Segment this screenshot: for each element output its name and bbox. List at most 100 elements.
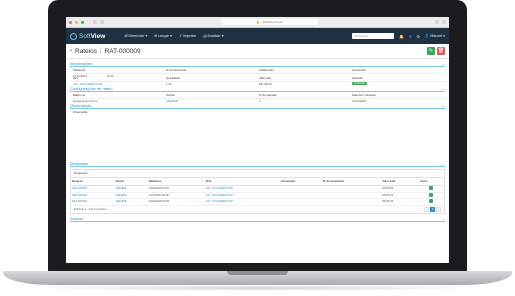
item-link[interactable]: 123 - ROLAMENTO DP: [204, 198, 281, 206]
column-header[interactable]: Nº de documento: [321, 177, 382, 186]
field-value: 1,00: [166, 82, 172, 87]
title-separator: |: [100, 48, 102, 54]
forward-browser-button[interactable]: [100, 20, 104, 24]
column-header[interactable]: Despesa: [71, 177, 115, 186]
menu-label: Gerenciar: [128, 34, 145, 38]
chevron-down-icon: ⌄: [441, 61, 445, 66]
column-header[interactable]: Valor total: [381, 177, 419, 186]
menu-analisar[interactable]: ▤ Analisar ▾: [203, 34, 223, 38]
section-title: Informações: [70, 61, 93, 66]
expenses-table: Despesa Veículo Data/Hora Item Fornecedo…: [71, 177, 444, 206]
zoom-window-button[interactable]: [81, 20, 84, 24]
record-code: RAT-000009: [104, 47, 141, 55]
field-label: Nº do documento: [166, 69, 259, 74]
records-count: Exibindo 1 - 3 de 3 registros: [74, 207, 107, 211]
browser-toolbar: 🔒 softview.com.br: [66, 17, 449, 28]
app-navbar: Soft View ⊞ Gerenciar ▾ ⊕ Lançar ▾ ⇪ Importar …: [66, 28, 449, 44]
logo-icon: [70, 32, 77, 40]
view-action-button[interactable]: [429, 186, 434, 191]
field-label: Situação: [352, 77, 445, 82]
user-icon: 👤: [424, 34, 430, 38]
field-label: Data/Hora: [73, 69, 166, 74]
close-window-button[interactable]: [69, 20, 72, 24]
section-title: Observação: [70, 103, 92, 108]
minimize-window-button[interactable]: [75, 20, 78, 24]
brand-name-b: View: [90, 32, 106, 40]
section-anexos[interactable]: Anexos ⌄: [70, 216, 445, 222]
expense-link[interactable]: DES-000203: [71, 198, 115, 206]
bell-icon[interactable]: 🔔: [399, 34, 404, 39]
pencil-icon: ✎: [428, 48, 434, 54]
config-grid: Rateio por: Despesa recorrente Veículo AZE…: [70, 92, 445, 104]
next-page-button[interactable]: ›: [436, 206, 441, 212]
view-action-button[interactable]: [429, 199, 434, 204]
menu-label: Lançar: [157, 34, 169, 38]
menu-lancar[interactable]: ⊕ Lançar ▾: [154, 34, 172, 38]
vehicle-link[interactable]: AZE3E08: [114, 198, 148, 206]
address-bar[interactable]: 🔒 softview.com.br: [221, 19, 318, 25]
column-header[interactable]: Fornecedor: [280, 177, 322, 186]
brand-name-a: Soft: [79, 32, 91, 40]
field-value: R$ 105,00: [259, 82, 272, 87]
table-footer: Exibindo 1 - 3 de 3 registros ‹ 1 ›: [71, 206, 444, 213]
edit-button[interactable]: ✎: [427, 47, 435, 55]
field-value: 10/10/2020: [352, 99, 366, 104]
back-arrow-icon[interactable]: ‹: [70, 48, 72, 54]
delete-button[interactable]: 🗑: [437, 47, 445, 55]
expenses-table-panel: Despesas Despesa Veículo Data/Hora Item …: [70, 168, 445, 214]
user-menu[interactable]: 👤 Manoel ▾: [425, 34, 445, 38]
trash-icon: 🗑: [437, 48, 445, 54]
field-label: Quantidade: [166, 77, 259, 82]
field-label: Nº de parcelas: [259, 94, 352, 99]
field-label: Fornecedor: [352, 69, 445, 74]
menu-label: Analisar: [207, 34, 221, 38]
page-header: ‹ Rateios | RAT-000009 ✎ 🗑: [66, 44, 449, 59]
table-cell: 10/12/2020 00:00: [147, 198, 205, 206]
chevron-down-icon: ▾: [169, 34, 172, 38]
chevron-down-icon: ⌄: [441, 86, 445, 91]
laptop-screen: 🔒 softview.com.br Soft View ⊞ Gerenciar ▾ ⊕ L…: [66, 17, 449, 263]
chevron-down-icon: ⌄: [441, 215, 445, 221]
menu-gerenciar[interactable]: ⊞ Gerenciar ▾: [124, 34, 147, 38]
share-icon[interactable]: [435, 20, 439, 24]
menu-label: Importar: [182, 34, 197, 38]
field-label: Data da 1ª despesa: [352, 94, 445, 99]
gear-icon[interactable]: ⚙: [416, 34, 420, 39]
address-text: softview.com.br: [262, 20, 283, 24]
chevron-down-icon: ▾: [221, 34, 224, 38]
user-name: Manoel: [430, 34, 443, 38]
upload-icon: ⇪: [178, 34, 182, 38]
page-button[interactable]: 1: [430, 206, 435, 212]
plus-icon: ⊕: [153, 34, 157, 38]
new-tab-icon[interactable]: [442, 20, 446, 24]
back-browser-button[interactable]: [93, 20, 97, 24]
section-title: Despesas: [70, 160, 88, 166]
section-despesas[interactable]: Despesas ⌄: [70, 161, 445, 167]
column-header[interactable]: Veículo: [114, 177, 148, 186]
column-header[interactable]: Data/Hora: [147, 177, 205, 186]
status-badge: Finalizado: [352, 82, 367, 86]
field-label: Colaborador: [259, 69, 352, 74]
field-label: Valor total: [259, 77, 352, 82]
view-action-button[interactable]: [429, 192, 434, 197]
brand-logo[interactable]: Soft View: [70, 32, 106, 40]
column-header: Ações: [418, 177, 444, 186]
chart-icon: ▤: [203, 34, 207, 38]
field-label: Veículo: [166, 94, 259, 99]
main-menu: ⊞ Gerenciar ▾ ⊕ Lançar ▾ ⇪ Importar ▤ Analisar…: [124, 34, 223, 38]
table-caption: Despesas: [71, 170, 444, 178]
search-input[interactable]: Pesquisar ⌕: [352, 33, 395, 39]
page-title: Rateios: [75, 47, 98, 55]
vehicle-link[interactable]: AZE3E08: [166, 99, 259, 103]
field-label: Rateio por:: [73, 94, 166, 99]
menu-importar[interactable]: ⇪ Importar: [179, 34, 196, 38]
help-icon[interactable]: ?: [409, 34, 411, 39]
grid-icon: ⊞: [124, 34, 128, 38]
table-cell: R$ 35,33: [381, 198, 419, 206]
prev-page-button[interactable]: ‹: [424, 206, 429, 212]
field-label: Item: [73, 77, 166, 82]
chevron-down-icon: ▾: [145, 34, 147, 38]
column-header[interactable]: Item: [204, 177, 281, 186]
laptop-shadow: [30, 285, 485, 291]
chevron-down-icon: ⌄: [441, 103, 445, 108]
